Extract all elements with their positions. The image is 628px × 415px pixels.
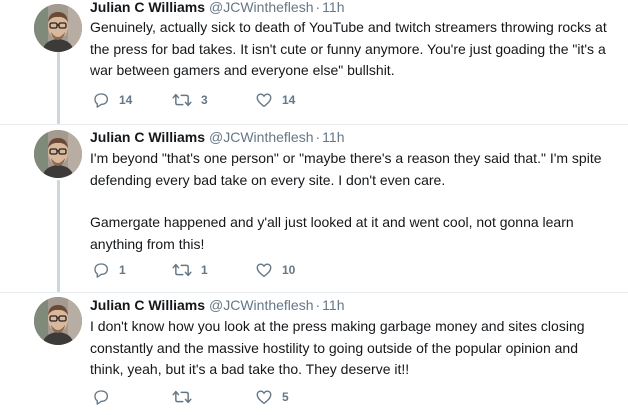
like-button[interactable]: 5 (255, 387, 289, 407)
tweet-header: Julian C Williams @JCWintheflesh · 11h (90, 0, 344, 16)
tweet-time[interactable]: 11h (322, 297, 344, 313)
tweet-header: Julian C Williams @JCWintheflesh · 11h (90, 128, 344, 146)
author-handle[interactable]: @JCWintheflesh (209, 0, 313, 15)
tweet-header: Julian C Williams @JCWintheflesh · 11h (90, 296, 344, 314)
like-count: 10 (282, 263, 296, 277)
tweet-actions: 5 (90, 387, 390, 407)
tweet-time[interactable]: 11h (322, 129, 344, 145)
reply-count: 14 (119, 93, 133, 107)
heart-icon (255, 388, 273, 406)
like-count: 14 (282, 93, 296, 107)
reply-icon (92, 91, 110, 109)
heart-icon (255, 91, 273, 109)
reply-count: 1 (119, 263, 126, 277)
separator-dot: · (315, 129, 321, 145)
like-button[interactable]: 10 (255, 260, 295, 280)
tweet[interactable]: Julian C Williams @JCWintheflesh · 11h Genu… (0, 0, 628, 124)
author-name[interactable]: Julian C Williams (90, 0, 205, 15)
tweet-thread: Julian C Williams @JCWintheflesh · 11h Genu… (0, 0, 628, 415)
tweet-text: I don't know how you look at the press m… (90, 316, 610, 381)
tweet-paragraph: Genuinely, actually sick to death of You… (90, 19, 607, 78)
avatar[interactable] (34, 4, 82, 52)
tweet-actions: 1 1 10 (90, 260, 390, 280)
author-handle[interactable]: @JCWintheflesh (209, 129, 313, 145)
retweet-button[interactable] (172, 387, 201, 407)
author-name[interactable]: Julian C Williams (90, 297, 205, 313)
reply-icon (92, 388, 110, 406)
tweet-paragraph: I don't know how you look at the press m… (90, 318, 585, 377)
retweet-icon (172, 388, 192, 406)
author-name[interactable]: Julian C Williams (90, 129, 205, 145)
tweet[interactable]: Julian C Williams @JCWintheflesh · 11h I do… (0, 292, 628, 415)
retweet-count: 1 (201, 263, 208, 277)
tweet-paragraph: I'm beyond "that's one person" or "maybe… (90, 150, 602, 188)
author-handle[interactable]: @JCWintheflesh (209, 297, 313, 313)
retweet-button[interactable]: 1 (172, 260, 208, 280)
separator-dot: · (315, 0, 321, 15)
like-count: 5 (282, 390, 289, 404)
retweet-button[interactable]: 3 (172, 90, 208, 110)
heart-icon (255, 261, 273, 279)
tweet-text: Genuinely, actually sick to death of You… (90, 17, 610, 82)
retweet-icon (172, 261, 192, 279)
avatar[interactable] (34, 297, 82, 345)
tweet-actions: 14 3 14 (90, 90, 390, 110)
reply-button[interactable] (92, 387, 119, 407)
avatar[interactable] (34, 130, 82, 178)
like-button[interactable]: 14 (255, 90, 295, 110)
retweet-count: 3 (201, 93, 208, 107)
retweet-icon (172, 91, 192, 109)
reply-button[interactable]: 1 (92, 260, 126, 280)
tweet[interactable]: Julian C Williams @JCWintheflesh · 11h I'm … (0, 124, 628, 292)
separator-dot: · (315, 297, 321, 313)
tweet-text: I'm beyond "that's one person" or "maybe… (90, 148, 610, 255)
tweet-paragraph: Gamergate happened and y'all just looked… (90, 214, 574, 252)
tweet-time[interactable]: 11h (322, 0, 344, 15)
reply-button[interactable]: 14 (92, 90, 132, 110)
reply-icon (92, 261, 110, 279)
